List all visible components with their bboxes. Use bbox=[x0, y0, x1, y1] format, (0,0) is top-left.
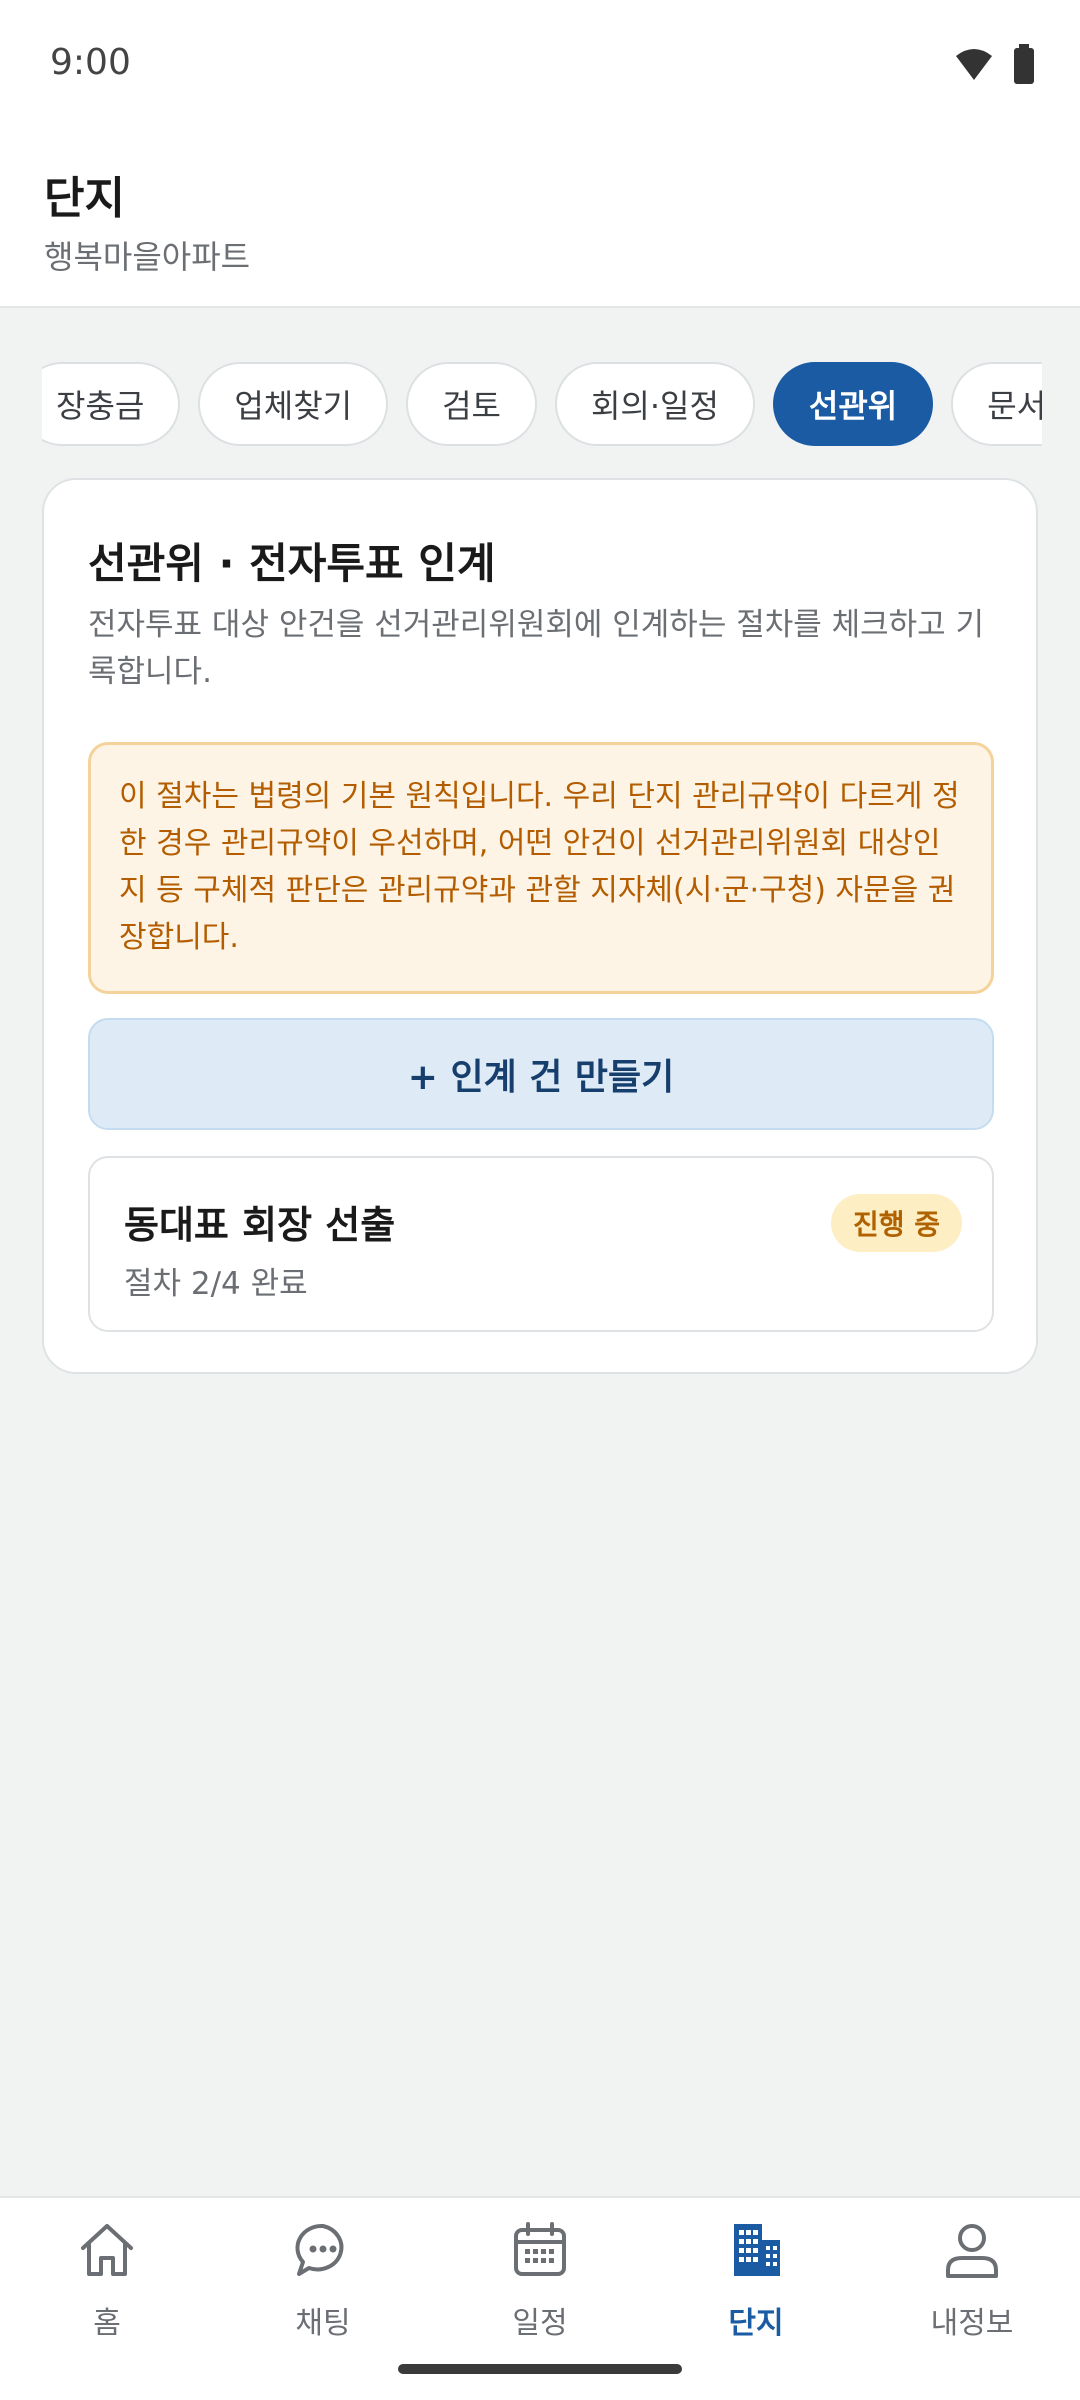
home-icon bbox=[81, 2224, 133, 2276]
nav-my-info-label: 내정보 bbox=[930, 2306, 1014, 2341]
tab-jangchunggeum[interactable]: 장충금 bbox=[42, 362, 181, 446]
nav-schedule[interactable]: 일정 bbox=[460, 2218, 620, 2368]
nav-schedule-label: 일정 bbox=[512, 2306, 568, 2341]
tab-documents[interactable]: 문서 bbox=[951, 362, 1042, 446]
card-description: 전자투표 대상 안건을 선거관리위원회에 인계하는 절차를 체크하고 기록합니다… bbox=[88, 607, 985, 690]
home-indicator[interactable] bbox=[398, 2364, 682, 2374]
calendar-icon bbox=[514, 2222, 566, 2276]
handover-card: 선관위 · 전자투표 인계 전자투표 대상 안건을 선거관리위원회에 인계하는 … bbox=[42, 478, 1038, 1374]
nav-complex-label: 단지 bbox=[728, 2306, 784, 2341]
status-time: 9:00 bbox=[50, 42, 131, 83]
card-title: 선관위 · 전자투표 인계 bbox=[88, 539, 496, 588]
handover-item[interactable]: 동대표 회장 선출 절차 2/4 완료 진행 중 bbox=[88, 1156, 994, 1332]
page-header: 단지 행복마을아파트 bbox=[0, 130, 1080, 308]
status-bar: 9:00 bbox=[0, 0, 1080, 130]
person-icon bbox=[946, 2224, 998, 2278]
nav-complex[interactable]: 단지 bbox=[676, 2218, 836, 2368]
tab-review[interactable]: 검토 bbox=[406, 362, 537, 446]
chat-icon bbox=[295, 2223, 344, 2276]
tab-election-committee[interactable]: 선관위 bbox=[772, 362, 934, 446]
nav-home-label: 홈 bbox=[93, 2306, 121, 2341]
category-tabs[interactable]: 장충금 업체찾기 검토 회의·일정 선관위 문서 bbox=[42, 360, 1042, 450]
building-icon bbox=[734, 2224, 780, 2276]
create-handover-button[interactable]: + 인계 건 만들기 bbox=[88, 1018, 994, 1130]
page-subtitle: 행복마을아파트 bbox=[44, 238, 251, 276]
nav-chat-label: 채팅 bbox=[295, 2306, 351, 2341]
handover-item-title: 동대표 회장 선출 bbox=[124, 1203, 396, 1247]
page-title: 단지 bbox=[44, 173, 125, 224]
status-icons bbox=[954, 44, 1036, 84]
legal-notice: 이 절차는 법령의 기본 원칙입니다. 우리 단지 관리규약이 다르게 정한 경… bbox=[88, 742, 994, 994]
nav-chat[interactable]: 채팅 bbox=[243, 2218, 403, 2368]
handover-item-progress: 절차 2/4 완료 bbox=[124, 1266, 308, 1302]
tab-meeting-schedule[interactable]: 회의·일정 bbox=[554, 362, 755, 446]
nav-my-info[interactable]: 내정보 bbox=[892, 2218, 1052, 2368]
status-badge: 진행 중 bbox=[830, 1194, 962, 1252]
tab-find-vendor[interactable]: 업체찾기 bbox=[198, 362, 389, 446]
wifi-icon bbox=[956, 49, 992, 80]
nav-home[interactable]: 홈 bbox=[27, 2218, 187, 2368]
battery-icon bbox=[1014, 44, 1034, 84]
